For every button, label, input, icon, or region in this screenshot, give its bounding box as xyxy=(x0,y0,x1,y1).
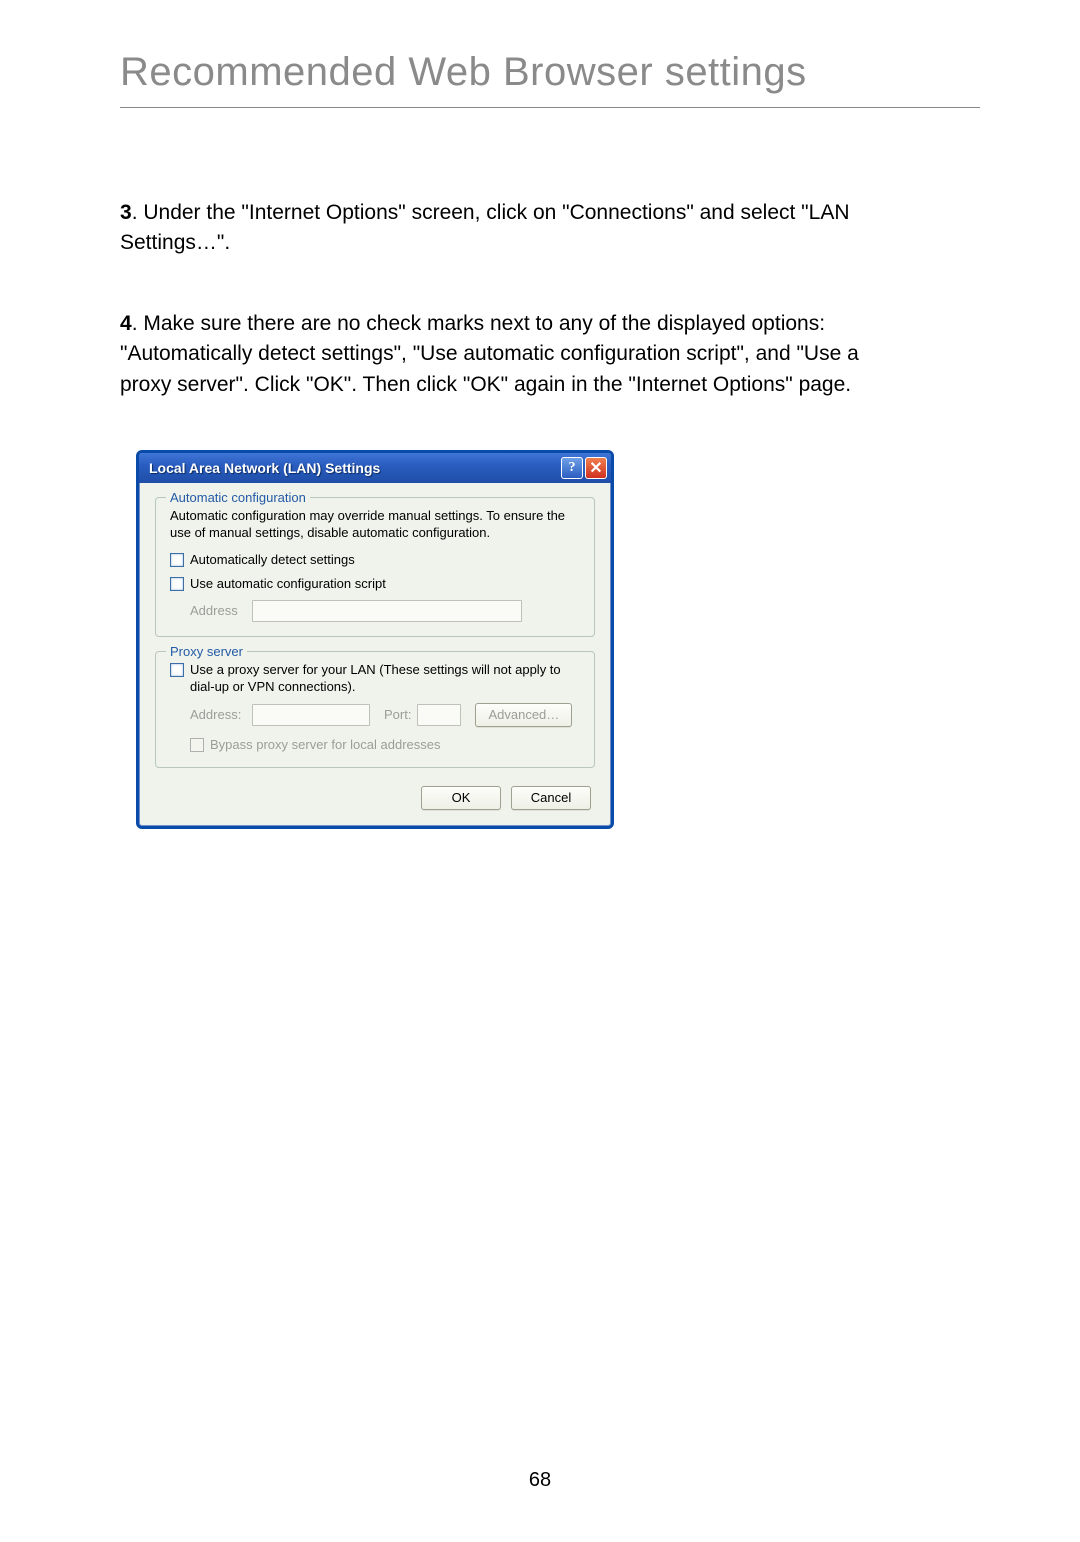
page-title: Recommended Web Browser settings xyxy=(120,50,980,108)
detect-settings-checkbox[interactable] xyxy=(170,553,184,567)
close-button[interactable]: ✕ xyxy=(585,457,607,479)
advanced-button[interactable]: Advanced… xyxy=(475,703,572,727)
step-4-number: 4 xyxy=(120,312,132,335)
automatic-configuration-group: Automatic configuration Automatic config… xyxy=(155,497,595,637)
step-3-number: 3 xyxy=(120,201,132,224)
use-proxy-row: Use a proxy server for your LAN (These s… xyxy=(170,662,580,695)
page-number: 68 xyxy=(0,1469,1080,1492)
proxy-address-row: Address: Port: Advanced… xyxy=(190,703,580,727)
dialog-screenshot: Local Area Network (LAN) Settings ? ✕ Au… xyxy=(136,450,900,829)
ok-button[interactable]: OK xyxy=(421,786,501,810)
script-address-input[interactable] xyxy=(252,600,522,622)
proxy-address-label: Address: xyxy=(190,706,252,725)
autoconf-legend: Automatic configuration xyxy=(166,489,310,508)
proxy-port-input[interactable] xyxy=(417,704,461,726)
proxy-port-label: Port: xyxy=(384,706,411,725)
step-4: 4. Make sure there are no check marks ne… xyxy=(120,309,900,400)
cancel-button[interactable]: Cancel xyxy=(511,786,591,810)
step-4-text: . Make sure there are no check marks nex… xyxy=(120,312,859,396)
use-proxy-checkbox[interactable] xyxy=(170,663,184,677)
use-script-checkbox[interactable] xyxy=(170,577,184,591)
dialog-title: Local Area Network (LAN) Settings xyxy=(149,458,559,478)
dialog-titlebar: Local Area Network (LAN) Settings ? ✕ xyxy=(139,453,611,483)
help-button[interactable]: ? xyxy=(561,457,583,479)
bypass-checkbox[interactable] xyxy=(190,738,204,752)
bypass-label: Bypass proxy server for local addresses xyxy=(210,737,440,753)
detect-settings-row: Automatically detect settings xyxy=(170,552,580,568)
dialog-footer: OK Cancel xyxy=(155,782,595,810)
document-page: Recommended Web Browser settings 3. Unde… xyxy=(0,0,1080,1542)
detect-settings-label: Automatically detect settings xyxy=(190,552,355,568)
proxy-server-group: Proxy server Use a proxy server for your… xyxy=(155,651,595,768)
use-script-label: Use automatic configuration script xyxy=(190,576,386,592)
step-3-text: . Under the "Internet Options" screen, c… xyxy=(120,201,850,254)
autoconf-description: Automatic configuration may override man… xyxy=(170,508,580,542)
proxy-address-input[interactable] xyxy=(252,704,370,726)
step-3: 3. Under the "Internet Options" screen, … xyxy=(120,198,900,259)
dialog-body: Automatic configuration Automatic config… xyxy=(139,483,611,826)
use-script-row: Use automatic configuration script xyxy=(170,576,580,592)
proxy-legend: Proxy server xyxy=(166,643,247,662)
lan-settings-dialog: Local Area Network (LAN) Settings ? ✕ Au… xyxy=(136,450,614,829)
bypass-row: Bypass proxy server for local addresses xyxy=(190,737,580,753)
page-content: 3. Under the "Internet Options" screen, … xyxy=(120,198,900,829)
script-address-row: Address xyxy=(190,600,580,622)
script-address-label: Address xyxy=(190,602,252,621)
use-proxy-label: Use a proxy server for your LAN (These s… xyxy=(190,662,580,695)
